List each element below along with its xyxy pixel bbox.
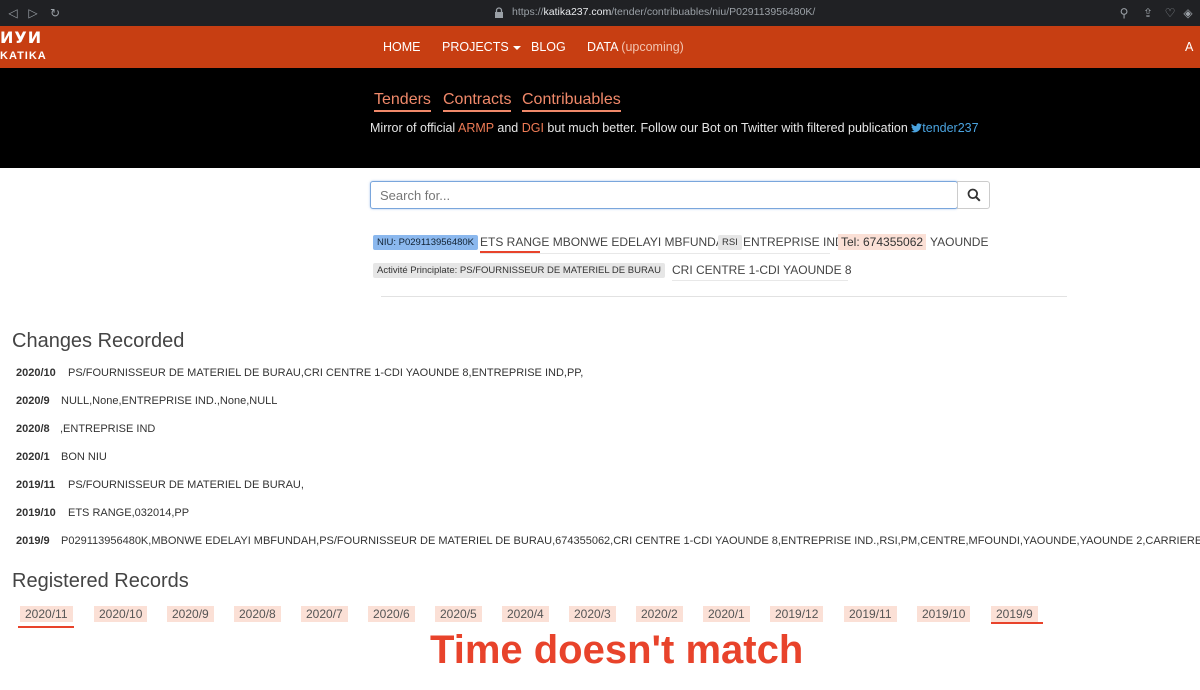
- bookmark-icon[interactable]: ♡: [1162, 5, 1178, 21]
- activity-badge: Activité Principlate: PS/FOURNISSEUR DE …: [373, 263, 666, 278]
- change-row: 2020/10 PS/FOURNISSEUR DE MATERIEL DE BUR…: [16, 367, 584, 379]
- record-tag[interactable]: 2020/9: [167, 606, 214, 622]
- change-row: 2019/9 P029113956480K,MBONWE EDELAYI MBFU…: [16, 535, 1200, 547]
- record-tag[interactable]: 2020/10: [94, 606, 148, 622]
- change-row: 2019/10 ETS RANGE,032014,PP: [16, 507, 190, 519]
- logo-name: KATIKA: [0, 50, 47, 62]
- dgi-link[interactable]: DGI: [522, 121, 544, 135]
- forward-icon[interactable]: ▷: [24, 4, 42, 22]
- armp-link[interactable]: ARMP: [458, 121, 494, 135]
- nav-data-label: DATA: [587, 40, 618, 54]
- change-row: 2019/11 PS/FOURNISSEUR DE MATERIEL DE BUR…: [16, 479, 304, 491]
- record-tag[interactable]: 2020/4: [502, 606, 549, 622]
- change-row: 2020/9 NULL,None,ENTREPRISE IND.,None,NUL…: [16, 395, 278, 407]
- address-bar[interactable]: https://katika237.com/tender/contribuabl…: [462, 3, 1198, 23]
- hero-banner: [0, 68, 1200, 168]
- record-tag[interactable]: 2020/6: [368, 606, 415, 622]
- entity-name: ETS RANGE MBONWE EDELAYI MBFUNDAH: [480, 235, 733, 249]
- twitter-link[interactable]: tender237: [911, 121, 979, 135]
- entity-row-rule: [480, 253, 830, 254]
- record-tag[interactable]: 2020/11: [20, 606, 73, 622]
- record-tag[interactable]: 2020/1: [703, 606, 750, 622]
- logo-glyph: ИУИ: [0, 28, 43, 47]
- record-tag[interactable]: 2019/9: [991, 606, 1038, 622]
- changes-title: Changes Recorded: [12, 330, 185, 352]
- entity-center: CRI CENTRE 1-CDI YAOUNDE 8: [672, 263, 852, 277]
- search-icon: [967, 188, 981, 202]
- change-row: 2020/8 ,ENTREPRISE IND: [16, 423, 156, 435]
- twitter-icon: [911, 123, 923, 133]
- annotation-underline-last-record: [991, 622, 1043, 624]
- records-title: Registered Records: [12, 570, 189, 592]
- browser-chrome: ◁ ▷ ↻ https://katika237.com/tender/contr…: [0, 0, 1200, 26]
- tab-contracts[interactable]: Contracts: [443, 91, 512, 112]
- activity-row-rule: [672, 280, 848, 281]
- record-tag[interactable]: 2019/12: [770, 606, 824, 622]
- record-tag[interactable]: 2019/11: [844, 606, 897, 622]
- nav-projects-label: PROJECTS: [442, 40, 509, 54]
- record-tag[interactable]: 2019/10: [917, 606, 971, 622]
- entity-type: ENTREPRISE IND: [743, 235, 844, 249]
- tab-contribuables[interactable]: Contribuables: [522, 91, 621, 112]
- record-tag[interactable]: 2020/7: [301, 606, 348, 622]
- nav-edge-text[interactable]: A: [1185, 40, 1193, 54]
- extension-icon[interactable]: ◈: [1180, 5, 1196, 21]
- site-logo[interactable]: ИУИ KATIKA: [0, 28, 46, 66]
- change-row: 2020/1 BON NIU: [16, 451, 107, 463]
- regime-badge: RSI: [718, 235, 742, 250]
- nav-home[interactable]: HOME: [383, 40, 421, 54]
- url-text: https://katika237.com/tender/contribuabl…: [512, 6, 816, 18]
- back-icon[interactable]: ◁: [4, 4, 22, 22]
- search-input[interactable]: [370, 181, 958, 209]
- niu-badge: NIU: P029113956480K: [373, 235, 479, 250]
- entity-city: YAOUNDE: [930, 235, 989, 249]
- chevron-down-icon: [512, 45, 521, 50]
- annotation-underline-first-record: [18, 626, 74, 628]
- entity-tel: Tel: 674355062: [838, 234, 927, 250]
- nav-data[interactable]: DATA (upcoming): [587, 40, 684, 54]
- lock-icon: [495, 7, 503, 18]
- record-tag[interactable]: 2020/5: [435, 606, 482, 622]
- hero-subtitle: Mirror of official ARMP and DGI but much…: [370, 121, 979, 135]
- record-tag[interactable]: 2020/2: [636, 606, 683, 622]
- tab-tenders[interactable]: Tenders: [374, 91, 431, 112]
- reload-icon[interactable]: ↻: [46, 4, 64, 22]
- annotation-text: Time doesn't match: [430, 628, 804, 672]
- zoom-icon[interactable]: ⚲: [1116, 5, 1132, 21]
- nav-projects[interactable]: PROJECTS: [442, 40, 521, 54]
- nav-blog[interactable]: BLOG: [531, 40, 566, 54]
- search-button[interactable]: [957, 181, 990, 209]
- divider: [381, 296, 1067, 297]
- nav-data-note: (upcoming): [621, 40, 684, 54]
- record-tag[interactable]: 2020/3: [569, 606, 616, 622]
- record-tag[interactable]: 2020/8: [234, 606, 281, 622]
- share-icon[interactable]: ⇪: [1140, 5, 1156, 21]
